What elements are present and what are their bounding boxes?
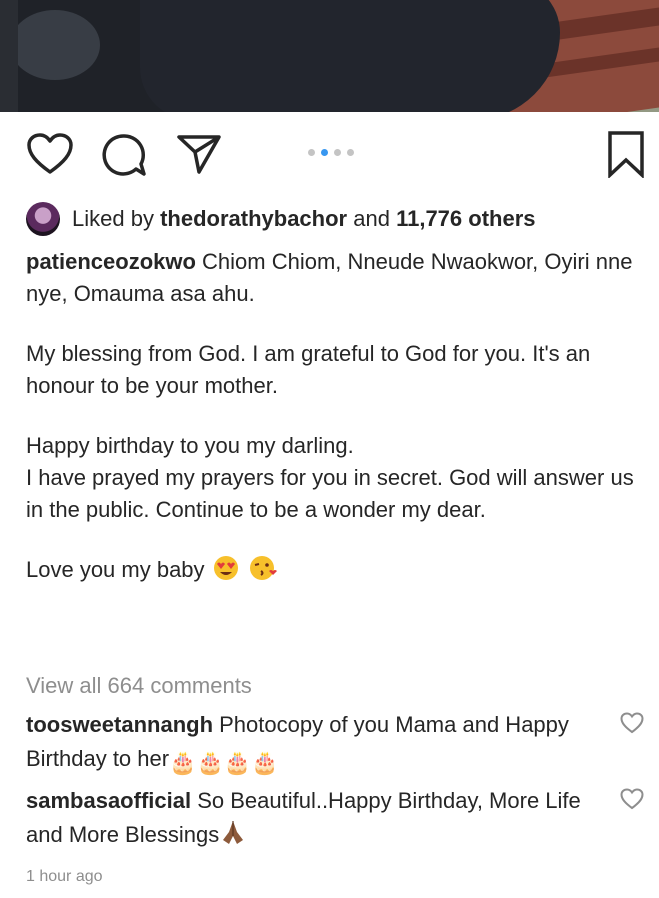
birthday-cake-emoji-icon: 🎂: [251, 750, 279, 775]
carousel-indicator: [308, 149, 354, 156]
bookmark-icon[interactable]: [606, 130, 646, 178]
heart-icon[interactable]: [26, 132, 74, 176]
kiss-wink-emoji-icon: [249, 556, 277, 580]
caption-author[interactable]: patienceozokwo: [26, 249, 196, 274]
comment-like-heart-icon[interactable]: [620, 788, 644, 810]
carousel-dot: [308, 149, 315, 156]
post-timestamp: 1 hour ago: [26, 868, 103, 885]
view-all-comments-link[interactable]: View all 664 comments: [26, 673, 252, 699]
liked-by-user[interactable]: thedorathybachor: [160, 206, 347, 232]
caption-paragraph-4: Love you my baby: [26, 557, 205, 582]
carousel-dot: [347, 149, 354, 156]
comment-author[interactable]: sambasaofficial: [26, 788, 191, 813]
post-caption: patienceozokwo Chiom Chiom, Nneude Nwaok…: [26, 246, 646, 586]
comment-item: toosweetannangh Photocopy of you Mama an…: [26, 708, 606, 780]
comment-icon[interactable]: [100, 132, 148, 178]
comment-like-heart-icon[interactable]: [620, 712, 644, 734]
likes-summary[interactable]: Liked by thedorathybachor and 11,776 oth…: [26, 202, 536, 236]
comment-item: sambasaofficial So Beautiful..Happy Birt…: [26, 784, 606, 852]
post-image[interactable]: [0, 0, 659, 112]
avatar[interactable]: [26, 202, 60, 236]
birthday-cake-emoji-icon: 🎂: [223, 750, 252, 775]
heart-eyes-emoji-icon: [213, 556, 238, 580]
liked-by-others[interactable]: 11,776 others: [396, 206, 535, 232]
carousel-dot-active: [321, 149, 328, 156]
carousel-dot: [334, 149, 341, 156]
liked-by-prefix: Liked by: [72, 206, 154, 231]
comment-author[interactable]: toosweetannangh: [26, 712, 213, 737]
liked-by-and: and: [353, 206, 390, 231]
praying-hands-emoji-icon: [223, 821, 244, 844]
caption-paragraph-3b: I have prayed my prayers for you in secr…: [26, 465, 634, 522]
send-icon[interactable]: [176, 132, 222, 176]
birthday-cake-emoji-icon: 🎂: [169, 750, 197, 775]
caption-paragraph-3a: Happy birthday to you my darling.: [26, 433, 354, 458]
birthday-cake-emoji-icon: 🎂: [196, 750, 224, 775]
caption-paragraph-2: My blessing from God. I am grateful to G…: [26, 341, 591, 398]
